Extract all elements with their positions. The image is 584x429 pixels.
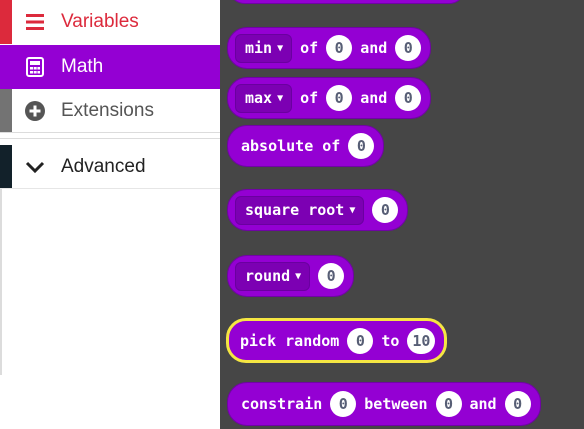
block-round[interactable]: round ▼ 0: [227, 255, 355, 297]
dropdown-value: min: [245, 39, 273, 57]
block-text: to: [381, 331, 400, 350]
number-input[interactable]: 0: [347, 327, 374, 354]
category-label: Variables: [61, 11, 139, 32]
block-text: absolute of: [241, 137, 341, 155]
number-input[interactable]: 0: [372, 197, 399, 223]
block-partial[interactable]: [228, 0, 466, 4]
dropdown-arrow-icon: ▼: [277, 92, 284, 104]
category-label: Advanced: [61, 155, 146, 177]
block-text: between: [364, 395, 428, 413]
blocks-flyout: min ▼ of 0 and 0 max ▼ of 0 and 0 absolu…: [220, 0, 584, 429]
plus-circle-icon: [24, 100, 46, 122]
number-input[interactable]: 0: [395, 35, 422, 61]
block-min[interactable]: min ▼ of 0 and 0: [227, 27, 432, 69]
block-text: constrain: [241, 395, 323, 413]
category-color-bar: [0, 145, 12, 188]
category-label: Math: [61, 56, 104, 77]
category-color-bar: [0, 0, 12, 44]
operator-dropdown[interactable]: square root ▼: [235, 195, 365, 225]
category-advanced[interactable]: Advanced: [0, 145, 220, 189]
category-extensions[interactable]: Extensions: [0, 89, 220, 133]
block-constrain[interactable]: constrain 0 between 0 and 0: [227, 382, 541, 426]
number-input[interactable]: 0: [326, 35, 353, 61]
operator-dropdown[interactable]: min ▼: [235, 33, 293, 63]
category-variables[interactable]: Variables: [0, 0, 220, 44]
block-text: and: [360, 89, 388, 107]
block-square-root[interactable]: square root ▼ 0: [227, 189, 409, 231]
dropdown-value: round: [245, 267, 291, 285]
block-absolute[interactable]: absolute of 0: [227, 125, 385, 167]
dropdown-value: square root: [245, 201, 345, 219]
number-input[interactable]: 0: [395, 85, 422, 111]
category-math[interactable]: Math: [0, 45, 220, 89]
dropdown-arrow-icon: ▼: [295, 270, 302, 282]
category-color-bar: [0, 45, 12, 89]
chevron-down-icon: [24, 156, 46, 178]
block-text: of: [300, 39, 319, 57]
toolbox: Variables Math Extensions Advanced: [0, 0, 220, 429]
operator-dropdown[interactable]: round ▼: [235, 261, 311, 291]
block-max[interactable]: max ▼ of 0 and 0: [227, 77, 432, 119]
block-text: and: [360, 39, 388, 57]
calculator-icon: [24, 56, 46, 78]
block-text: of: [300, 89, 319, 107]
operator-dropdown[interactable]: max ▼: [235, 83, 293, 113]
number-input[interactable]: 0: [330, 391, 357, 417]
number-input[interactable]: 0: [326, 85, 353, 111]
number-input[interactable]: 0: [348, 133, 375, 159]
number-input[interactable]: 0: [504, 391, 531, 417]
category-label: Extensions: [61, 99, 154, 121]
toolbox-border: [0, 189, 2, 375]
toolbox-separator: [0, 138, 220, 139]
block-pick-random[interactable]: pick random 0 to 10: [226, 318, 448, 363]
category-color-bar: [0, 89, 12, 132]
block-text: and: [469, 395, 497, 413]
dropdown-arrow-icon: ▼: [277, 42, 284, 54]
block-text: pick random: [240, 331, 340, 350]
list-icon: [24, 11, 46, 33]
number-input[interactable]: 0: [435, 391, 462, 417]
dropdown-value: max: [245, 89, 273, 107]
dropdown-arrow-icon: ▼: [349, 204, 356, 216]
number-input[interactable]: 0: [318, 263, 345, 289]
number-input[interactable]: 10: [407, 327, 436, 354]
